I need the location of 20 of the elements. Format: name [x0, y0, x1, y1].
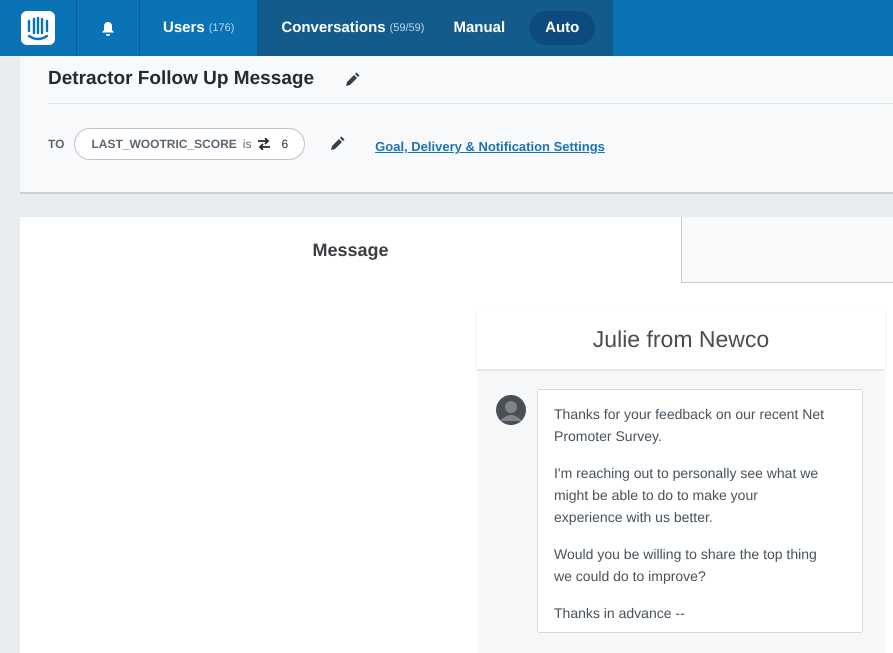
pencil-icon[interactable] — [344, 72, 360, 88]
logo-icon[interactable] — [21, 11, 55, 45]
filter-attribute: LAST_WOOTRIC_SCORE — [91, 136, 237, 153]
bell-icon[interactable] — [101, 20, 115, 36]
message-paragraph: Thanks for your feedback on our recent Net Promoter Survey. — [554, 405, 826, 446]
filter-operator: is — [242, 136, 252, 153]
message-paragraph: Would you be willing to share the top thing we could do to improve? — [554, 545, 818, 586]
swap-arrows-icon — [257, 138, 272, 150]
message-paragraph: Thanks in advance -- — [554, 604, 686, 623]
pencil-icon[interactable] — [329, 136, 346, 152]
filter-pill[interactable]: LAST_WOOTRIC_SCORE is 6 — [74, 128, 306, 160]
filter-value: 6 — [281, 136, 288, 153]
mode-toggle[interactable]: Manual — [437, 11, 522, 45]
settings-link[interactable]: Goal, Delivery & Notification Settings — [375, 137, 605, 157]
message-paragraph: I'm reaching out to personally see what we might be able to do to make your experience with us better. — [554, 464, 820, 527]
mode-toggle[interactable]: Auto — [529, 11, 596, 45]
to-label: TO — [48, 136, 64, 153]
sender-name: Julie from Newco — [592, 324, 770, 354]
avatar-icon — [496, 395, 526, 425]
message-title: Detractor Follow Up Message — [48, 67, 314, 92]
